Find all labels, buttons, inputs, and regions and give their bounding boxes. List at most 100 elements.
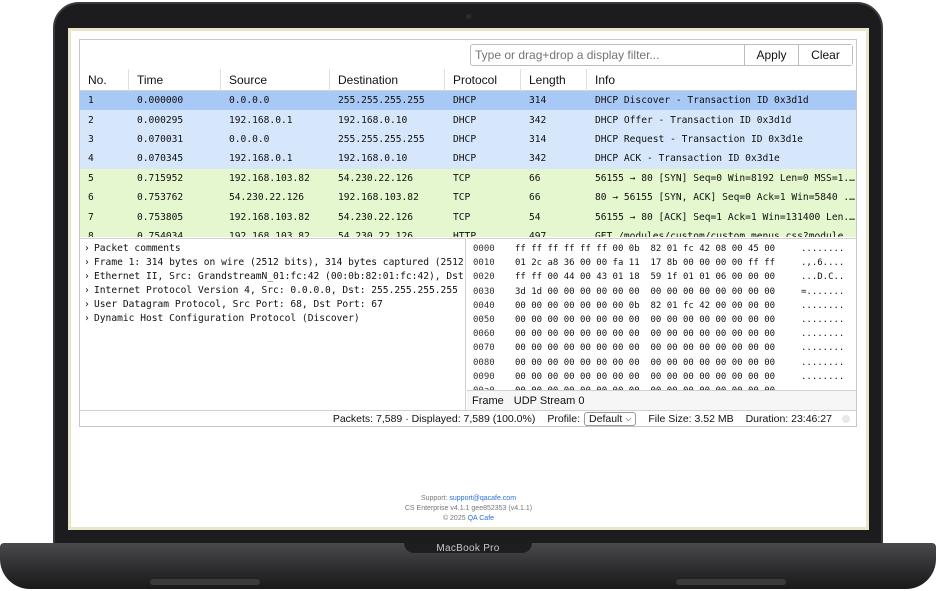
table-cell: 0.753805 xyxy=(137,211,184,223)
column-header-info[interactable]: Info xyxy=(587,69,856,91)
table-row[interactable]: 6 0.753762 54.230.22.126 192.168.103.82 TCP 6… xyxy=(80,187,856,208)
chevron-right-icon[interactable]: › xyxy=(84,312,94,326)
table-cell: 2 xyxy=(88,114,94,126)
clear-button[interactable]: Clear xyxy=(798,45,852,65)
table-cell: 314 xyxy=(529,95,547,107)
table-cell: 342 xyxy=(529,153,547,165)
support-footer: Support: support@qacafe.com CS Enterpris… xyxy=(71,494,866,524)
table-cell: 0.0.0.0 xyxy=(229,95,270,107)
table-row[interactable]: 3 0.070031 0.0.0.0 255.255.255.255 DHCP 314 DH… xyxy=(80,129,856,150)
table-cell: DHCP Discover - Transaction ID 0x3d1d xyxy=(595,95,809,107)
table-cell: 192.168.103.82 xyxy=(338,192,419,204)
column-header-no[interactable]: No. xyxy=(80,69,129,91)
capture-duration: Duration: 23:46:27 xyxy=(745,413,832,425)
hex-offset: 0090 xyxy=(473,371,495,382)
column-header-destination[interactable]: Destination xyxy=(330,69,445,91)
chevron-right-icon[interactable]: › xyxy=(84,270,94,284)
copyright-text: © 2025 xyxy=(442,515,466,522)
table-cell: 342 xyxy=(529,114,547,126)
tree-item[interactable]: › User Datagram Protocol, Src Port: 68, D… xyxy=(80,298,465,312)
table-cell: 0.070345 xyxy=(137,153,184,165)
chevron-right-icon[interactable]: › xyxy=(84,284,94,298)
hex-row: 0050 00 00 00 00 00 00 00 00 00 00 00 00 … xyxy=(467,313,856,327)
bytes-tabs: Frame UDP Stream 0 xyxy=(467,390,856,410)
table-cell: DHCP ACK - Transaction ID 0x3d1e xyxy=(595,153,780,165)
table-row[interactable]: 5 0.715952 192.168.103.82 54.230.22.126 TCP 6… xyxy=(80,168,856,188)
table-cell: 56155 → 80 [ACK] Seq=1 Ack=1 Win=131400 … xyxy=(595,211,856,223)
hex-ascii: ...D.C.. xyxy=(801,272,845,283)
profile-value: Default xyxy=(589,413,623,425)
table-cell: 54.230.22.126 xyxy=(338,211,414,223)
table-cell: 0.715952 xyxy=(137,172,184,184)
laptop-foot-left xyxy=(150,579,260,585)
table-cell: 192.168.0.1 xyxy=(229,153,293,165)
table-cell: 0.0.0.0 xyxy=(229,133,270,145)
column-header-length[interactable]: Length xyxy=(521,69,587,91)
table-cell: TCP xyxy=(453,192,471,204)
hex-bytes: ff ff ff ff ff ff 00 0b 82 01 fc 42 08 0… xyxy=(515,244,776,254)
table-cell: 5 xyxy=(88,172,94,184)
table-cell: DHCP Offer - Transaction ID 0x3d1d xyxy=(595,114,792,126)
packet-viewer: Apply Clear No. Time Source Destination … xyxy=(79,39,857,427)
column-header-protocol[interactable]: Protocol xyxy=(445,69,521,91)
support-email-link[interactable]: support@qacafe.com xyxy=(449,495,516,502)
tree-item-label: Frame 1: 314 bytes on wire (2512 bits), … xyxy=(94,257,466,268)
hex-bytes: 00 00 00 00 00 00 00 00 00 00 00 00 00 0… xyxy=(515,371,776,382)
tree-item-label: User Datagram Protocol, Src Port: 68, Ds… xyxy=(94,299,383,310)
table-cell: 66 xyxy=(529,172,541,184)
table-cell: 255.255.255.255 xyxy=(338,95,425,107)
table-cell: 0.753762 xyxy=(137,192,184,204)
chevron-right-icon[interactable]: › xyxy=(84,298,94,312)
hex-offset: 0080 xyxy=(473,357,495,368)
tree-item-label: Internet Protocol Version 4, Src: 0.0.0.… xyxy=(94,285,458,296)
chevron-down-icon: ⌵ xyxy=(625,414,632,423)
hex-bytes: 00 00 00 00 00 00 00 00 00 00 00 00 00 0… xyxy=(515,329,776,340)
status-bar: Packets: 7,589 · Displayed: 7,589 (100.0… xyxy=(80,410,856,427)
hex-ascii: ........ xyxy=(801,329,845,340)
hex-ascii: =....... xyxy=(801,286,845,297)
table-row[interactable]: 1 0.000000 0.0.0.0 255.255.255.255 DHCP 314 DH… xyxy=(80,91,856,111)
packet-list: No. Time Source Destination Protocol Len… xyxy=(80,69,856,237)
hex-offset: 0040 xyxy=(473,300,495,311)
table-row[interactable]: 4 0.070345 192.168.0.1 192.168.0.10 DHCP 342 D… xyxy=(80,149,856,169)
hex-row: 0000 ff ff ff ff ff ff 00 0b 82 01 fc 42 … xyxy=(467,242,856,256)
table-cell: 497 xyxy=(529,230,547,237)
table-cell: 192.168.0.10 xyxy=(338,153,408,165)
hex-offset: 0070 xyxy=(473,343,495,354)
table-cell: 192.168.103.82 xyxy=(229,230,310,237)
profile-select[interactable]: Default ⌵ xyxy=(584,412,637,426)
table-cell: 1 xyxy=(88,95,94,107)
lid-notch xyxy=(404,543,532,553)
tree-item-label: Dynamic Host Configuration Protocol (Dis… xyxy=(94,313,360,324)
tree-item[interactable]: › Internet Protocol Version 4, Src: 0.0.0… xyxy=(80,284,465,298)
table-cell: DHCP Request - Transaction ID 0x3d1e xyxy=(595,133,803,145)
chevron-right-icon[interactable]: › xyxy=(84,242,94,256)
chevron-right-icon[interactable]: › xyxy=(84,256,94,270)
apply-button[interactable]: Apply xyxy=(744,45,798,65)
table-row[interactable]: 8 0.754034 192.168.103.82 54.230.22.126 HTTP… xyxy=(80,226,856,237)
packet-details-tree: › Packet comments › Frame 1: 314 bytes on w… xyxy=(80,238,466,410)
column-header-source[interactable]: Source xyxy=(221,69,330,91)
hex-bytes: 3d 1d 00 00 00 00 00 00 00 00 00 00 00 0… xyxy=(515,286,776,297)
tab-frame[interactable]: Frame xyxy=(467,395,509,407)
table-row[interactable]: 7 0.753805 192.168.103.82 54.230.22.126 TCP 5… xyxy=(80,207,856,227)
display-filter-input[interactable] xyxy=(471,45,744,65)
table-cell: 54 xyxy=(529,211,541,223)
version-text: CS Enterprise v4.1.1 gee852353 (v4.1.1) xyxy=(404,505,533,512)
qacafe-link[interactable]: QA Cafe xyxy=(468,515,494,522)
hex-row: 0020 ff ff 00 44 00 43 01 18 59 1f 01 01 … xyxy=(467,270,856,284)
packet-count: Packets: 7,589 · Displayed: 7,589 (100.0… xyxy=(332,413,536,425)
hex-bytes: 00 00 00 00 00 00 00 0b 82 01 fc 42 00 0… xyxy=(515,300,776,311)
column-header-time[interactable]: Time xyxy=(129,69,221,91)
hex-row: 0040 00 00 00 00 00 00 00 0b 82 01 fc 42 … xyxy=(467,299,856,313)
hex-offset: 0060 xyxy=(473,329,495,340)
packet-rows: 1 0.000000 0.0.0.0 255.255.255.255 DHCP 314 DH… xyxy=(80,91,856,237)
table-row[interactable]: 2 0.000295 192.168.0.1 192.168.0.10 DHCP 342 D… xyxy=(80,110,856,130)
hex-bytes: 00 00 00 00 00 00 00 00 00 00 00 00 00 0… xyxy=(515,314,776,325)
tree-item[interactable]: › Packet comments xyxy=(80,242,465,256)
table-cell: 0.000000 xyxy=(137,95,184,107)
tree-item[interactable]: › Frame 1: 314 bytes on wire (2512 bits),… xyxy=(80,256,465,270)
tab-udp-stream[interactable]: UDP Stream 0 xyxy=(509,395,590,407)
tree-item[interactable]: › Ethernet II, Src: GrandstreamN_01:fc:42… xyxy=(80,270,465,284)
tree-item[interactable]: › Dynamic Host Configuration Protocol (Di… xyxy=(80,312,465,326)
